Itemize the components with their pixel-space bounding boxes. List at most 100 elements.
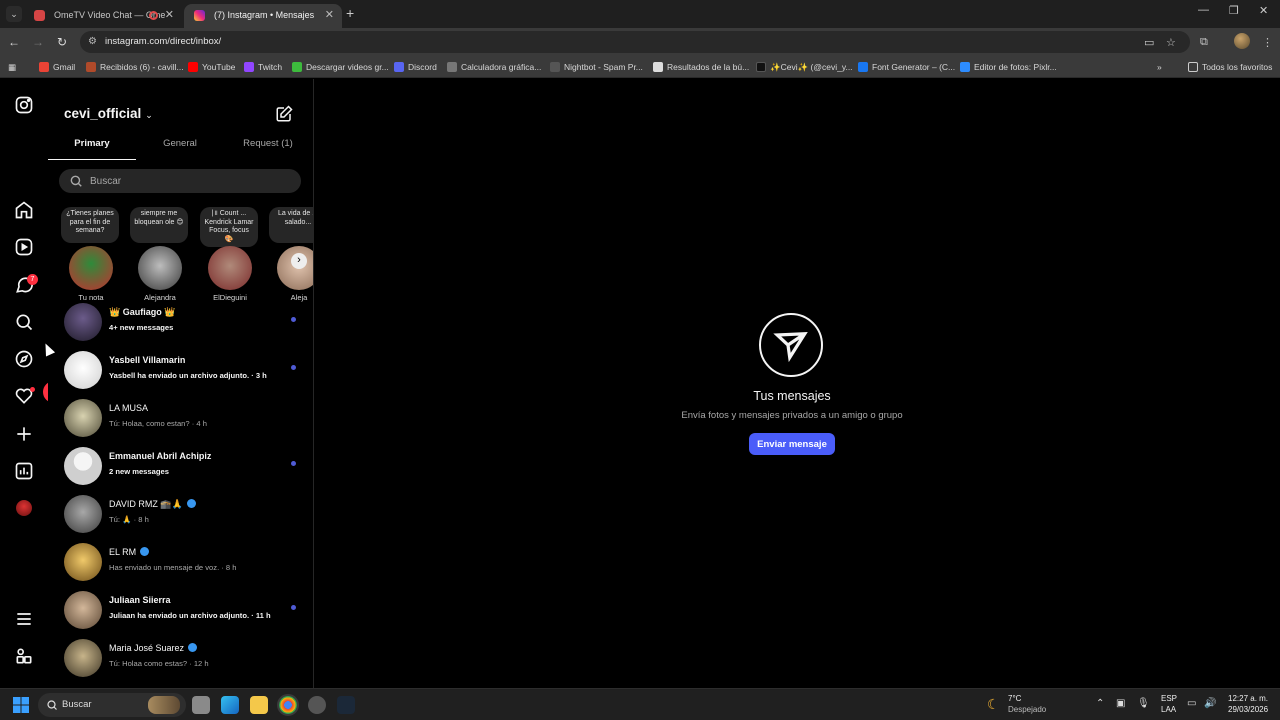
home-icon[interactable] bbox=[14, 200, 34, 220]
bookmark-discord[interactable]: Discord bbox=[394, 56, 437, 78]
send-message-button[interactable]: Enviar mensaje bbox=[749, 433, 835, 455]
bookmark-resultados[interactable]: Resultados de la bú... bbox=[653, 56, 749, 78]
taskbar-search[interactable]: Buscar bbox=[38, 693, 186, 717]
steam-icon[interactable] bbox=[337, 696, 355, 714]
back-arrow-icon[interactable]: ← bbox=[6, 34, 22, 50]
search-icon[interactable] bbox=[14, 312, 34, 332]
profile-avatar[interactable] bbox=[1234, 33, 1250, 49]
bookmark-font-generator[interactable]: Font Generator – (C... bbox=[858, 56, 955, 78]
menu-kebab-icon[interactable]: ⋮ bbox=[1262, 36, 1273, 49]
chat-name: Emmanuel Abril Achipiz bbox=[109, 451, 212, 461]
list-item[interactable]: LA MUSA Tú: Holaa, como estan? · 4 h bbox=[48, 395, 313, 443]
task-view-icon[interactable] bbox=[192, 696, 210, 714]
chat-preview: Yasbell ha enviado un archivo adjunto. ·… bbox=[109, 371, 267, 380]
all-favorites-folder[interactable]: Todos los favoritos bbox=[1188, 56, 1272, 78]
explore-compass-icon[interactable] bbox=[14, 349, 34, 369]
unread-dot bbox=[291, 317, 296, 322]
bookmark-pixlr[interactable]: Editor de fotos: Pixlr... bbox=[960, 56, 1057, 78]
mail-icon bbox=[86, 62, 96, 72]
compose-message-icon[interactable] bbox=[275, 105, 293, 123]
site-info-icon[interactable]: ⚙ bbox=[88, 36, 100, 48]
minimize-icon[interactable]: — bbox=[1198, 4, 1209, 16]
chat-name: Maria José Suarez bbox=[109, 643, 198, 653]
close-tab-icon[interactable]: ✕ bbox=[165, 4, 174, 26]
empty-state-title: Tus mensajes bbox=[753, 389, 831, 403]
bookmark-recibidos[interactable]: Recibidos (6) - cavill... bbox=[86, 56, 184, 78]
bookmark-star-icon[interactable]: ☆ bbox=[1166, 36, 1176, 49]
bookmark-twitch[interactable]: Twitch bbox=[244, 56, 282, 78]
bookmark-descargar[interactable]: Descargar videos gr... bbox=[292, 56, 389, 78]
list-item[interactable]: 👑 Gaufiago 👑 4+ new messages bbox=[48, 299, 313, 347]
search-input[interactable] bbox=[90, 169, 290, 193]
chat-preview: Tú: 🙏 · 8 h bbox=[109, 515, 149, 524]
volume-icon[interactable]: 🔊 bbox=[1204, 698, 1216, 709]
chat-name: Yasbell Villamarin bbox=[109, 355, 186, 365]
list-item[interactable]: Yasbell Villamarin Yasbell ha enviado un… bbox=[48, 347, 313, 395]
nightbot-icon bbox=[550, 62, 560, 72]
keyboard-layout[interactable]: LAA bbox=[1161, 705, 1176, 714]
reels-icon[interactable] bbox=[14, 237, 34, 257]
recording-indicator-icon bbox=[149, 11, 158, 20]
new-tab-plus-icon[interactable]: + bbox=[346, 5, 354, 21]
forward-arrow-icon[interactable]: → bbox=[30, 34, 46, 50]
list-item[interactable]: Emmanuel Abril Achipiz 2 new messages bbox=[48, 443, 313, 491]
list-item[interactable]: Juliaan Siierra Juliaan ha enviado un ar… bbox=[48, 587, 313, 635]
more-menu-icon[interactable] bbox=[14, 609, 34, 629]
clock-date[interactable]: 29/03/2026 bbox=[1228, 705, 1268, 714]
create-plus-icon[interactable] bbox=[14, 424, 34, 444]
tab-requests[interactable]: Request (1) bbox=[224, 136, 312, 160]
cast-icon[interactable]: ▭ bbox=[1144, 36, 1154, 49]
tab-primary[interactable]: Primary bbox=[48, 136, 136, 160]
windows-start-icon[interactable] bbox=[13, 697, 29, 713]
tiktok-icon bbox=[756, 62, 766, 72]
verified-badge-icon bbox=[186, 499, 196, 508]
calculator-icon bbox=[447, 62, 457, 72]
inbox-search[interactable] bbox=[59, 169, 301, 193]
conversation-pane: Tus mensajes Envía fotos y mensajes priv… bbox=[314, 79, 1280, 688]
tab-search-button[interactable]: ⌄ bbox=[6, 6, 22, 22]
bookmark-gmail[interactable]: Gmail bbox=[39, 56, 75, 78]
obs-icon[interactable] bbox=[308, 696, 326, 714]
browser-tab-ometv[interactable]: OmeTV Video Chat — Ome ✕ bbox=[24, 4, 182, 28]
bookmark-youtube[interactable]: YouTube bbox=[188, 56, 235, 78]
close-tab-icon[interactable]: ✕ bbox=[325, 4, 334, 26]
close-window-icon[interactable]: ✕ bbox=[1259, 4, 1268, 17]
chat-preview: Tú: Holaa como estas? · 12 h bbox=[109, 659, 209, 668]
gmail-icon bbox=[39, 62, 49, 72]
apps-grid-icon[interactable]: ▦ bbox=[8, 56, 16, 78]
tab-title: (7) Instagram • Mensajes bbox=[214, 10, 315, 20]
browser-tab-instagram[interactable]: (7) Instagram • Mensajes ✕ bbox=[184, 4, 342, 28]
network-icon[interactable]: ▭ bbox=[1187, 698, 1196, 709]
file-explorer-icon[interactable] bbox=[250, 696, 268, 714]
weather-desc[interactable]: Despejado bbox=[1008, 705, 1046, 714]
clock-time[interactable]: 12:27 a. m. bbox=[1228, 694, 1268, 703]
dashboard-chart-icon[interactable] bbox=[14, 461, 34, 481]
profile-avatar[interactable] bbox=[16, 500, 32, 516]
account-switcher[interactable]: cevi_official ⌄ bbox=[64, 106, 153, 121]
list-item[interactable]: EL RM Has enviado un mensaje de voz. · 8… bbox=[48, 539, 313, 587]
weather-temp[interactable]: 7°C bbox=[1008, 694, 1021, 703]
bookmarks-bar: ▦ Gmail Recibidos (6) - cavill... YouTub… bbox=[0, 56, 1280, 78]
avatar bbox=[64, 351, 102, 389]
restore-icon[interactable]: ❐ bbox=[1229, 4, 1239, 17]
microphone-icon[interactable]: 🎙 bbox=[1137, 698, 1150, 709]
list-item[interactable]: DAVID RMZ 🕋🙏 Tú: 🙏 · 8 h bbox=[48, 491, 313, 539]
tray-app-icon[interactable]: ▣ bbox=[1116, 698, 1125, 709]
address-bar[interactable]: ⚙ instagram.com/direct/inbox/ bbox=[80, 31, 1190, 53]
bookmark-calculadora[interactable]: Calculadora gráfica... bbox=[447, 56, 541, 78]
extensions-icon[interactable]: ⧉ bbox=[1200, 36, 1208, 49]
bookmark-tiktok[interactable]: ✨Cevi✨ (@cevi_y... bbox=[756, 56, 853, 78]
chat-preview: 4+ new messages bbox=[109, 323, 174, 332]
chrome-browser-icon[interactable] bbox=[277, 694, 299, 716]
show-hidden-icons-chevron-icon[interactable]: ⌃ bbox=[1096, 698, 1104, 709]
list-item[interactable]: Maria José Suarez Tú: Holaa como estas? … bbox=[48, 635, 313, 683]
more-bookmarks-chevron-icon[interactable]: » bbox=[1157, 56, 1162, 78]
also-from-meta-icon[interactable] bbox=[14, 646, 34, 666]
edge-browser-icon[interactable] bbox=[221, 696, 239, 714]
language-code[interactable]: ESP bbox=[1161, 694, 1177, 703]
bookmark-nightbot[interactable]: Nightbot - Spam Pr... bbox=[550, 56, 643, 78]
chevron-right-icon[interactable]: › bbox=[291, 253, 307, 269]
tab-general[interactable]: General bbox=[136, 136, 224, 160]
reload-icon[interactable]: ↻ bbox=[54, 34, 70, 50]
instagram-logo-icon[interactable] bbox=[14, 95, 34, 115]
